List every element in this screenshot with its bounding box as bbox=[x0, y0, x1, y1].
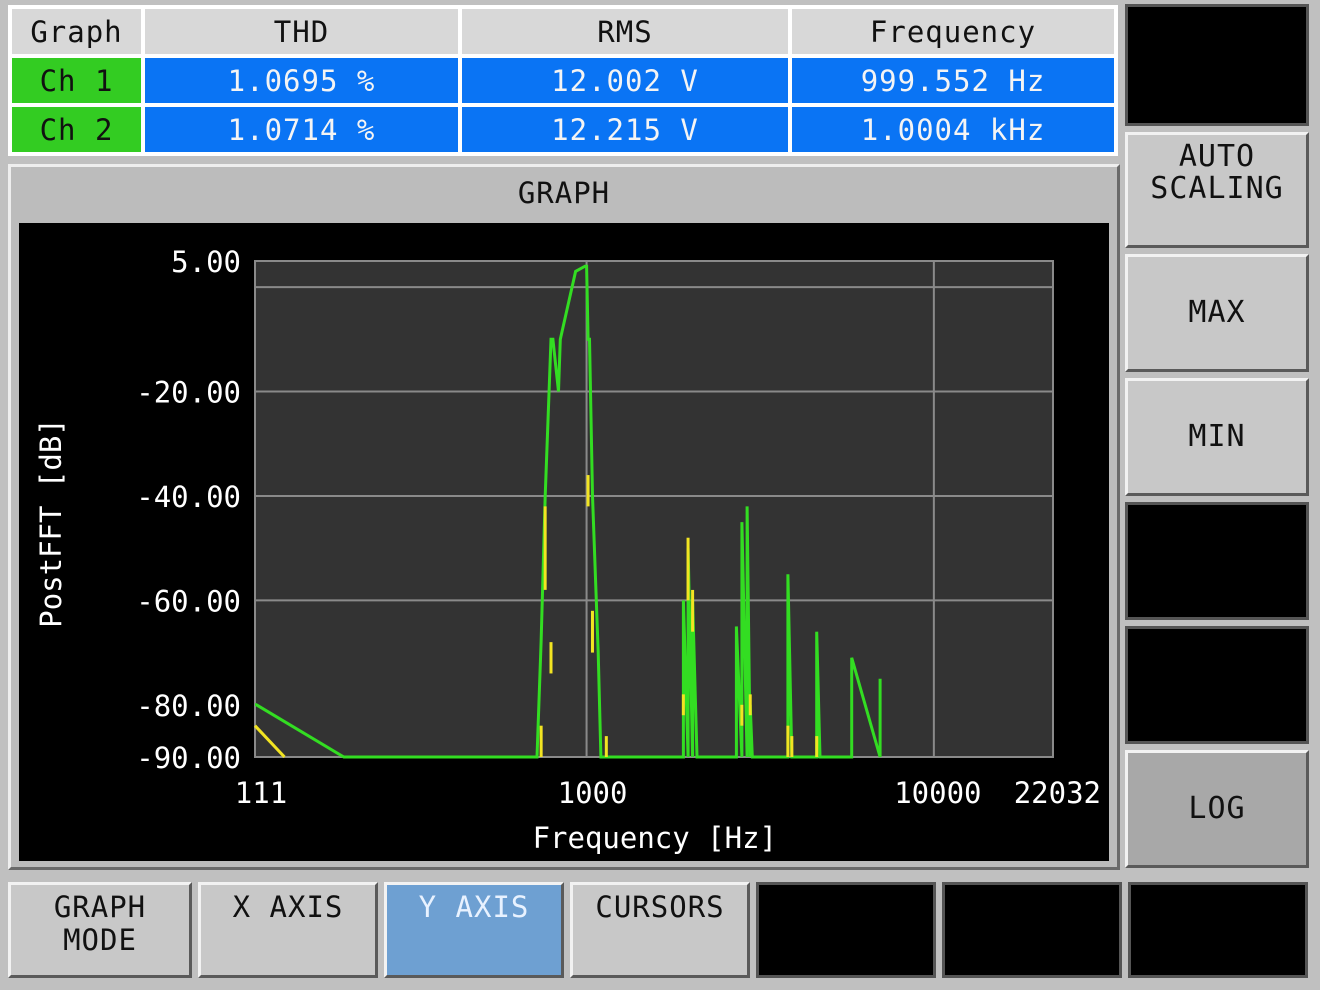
y-axis-label: PostFFT [dB] bbox=[34, 418, 68, 628]
row1-frequency: 999.552 Hz bbox=[792, 58, 1114, 103]
y-tick-label: -40.00 bbox=[136, 480, 241, 514]
row1-channel[interactable]: Ch 1 bbox=[12, 58, 141, 103]
y-tick-label: -80.00 bbox=[136, 689, 241, 723]
row2-thd: 1.0714 % bbox=[145, 107, 458, 152]
right-softkey-1[interactable] bbox=[1125, 4, 1309, 126]
cursors-button[interactable]: CURSORS bbox=[570, 882, 750, 978]
x-tick-label: 111 bbox=[235, 776, 287, 810]
header-graph: Graph bbox=[12, 9, 141, 54]
max-button[interactable]: MAX bbox=[1125, 254, 1309, 372]
y-tick-label: -90.00 bbox=[136, 741, 241, 775]
x-axis-button[interactable]: X AXIS bbox=[198, 882, 378, 978]
graph-mode-button[interactable]: GRAPH MODE bbox=[8, 882, 192, 978]
x-tick-label: 1000 bbox=[558, 776, 628, 810]
min-button[interactable]: MIN bbox=[1125, 378, 1309, 496]
graph-panel: GRAPH 5.00 -20.00 -40.00 -60.00 -80.00 -90.00… bbox=[8, 164, 1120, 870]
y-tick-label: -20.00 bbox=[136, 376, 241, 410]
y-axis-button[interactable]: Y AXIS bbox=[384, 882, 564, 978]
row1-rms: 12.002 V bbox=[462, 58, 788, 103]
bottom-softkey-6[interactable] bbox=[942, 882, 1122, 978]
auto-scaling-button[interactable]: AUTO SCALING bbox=[1125, 132, 1309, 248]
fft-chart[interactable]: 5.00 -20.00 -40.00 -60.00 -80.00 -90.00 111 10… bbox=[19, 223, 1109, 861]
graph-title: GRAPH bbox=[517, 176, 611, 210]
right-softkey-5[interactable] bbox=[1125, 502, 1309, 620]
header-thd: THD bbox=[145, 9, 458, 54]
right-softkey-6[interactable] bbox=[1125, 626, 1309, 744]
measurement-table: Graph THD RMS Frequency Ch 1 1.0695 % 12… bbox=[8, 5, 1118, 156]
bottom-softkey-5[interactable] bbox=[756, 882, 936, 978]
row2-frequency: 1.0004 kHz bbox=[792, 107, 1114, 152]
header-frequency: Frequency bbox=[792, 9, 1114, 54]
bottom-softkey-7[interactable] bbox=[1128, 882, 1308, 978]
row2-rms: 12.215 V bbox=[462, 107, 788, 152]
log-button[interactable]: LOG bbox=[1125, 750, 1309, 868]
header-rms: RMS bbox=[462, 9, 788, 54]
row2-channel[interactable]: Ch 2 bbox=[12, 107, 141, 152]
x-tick-label: 10000 bbox=[894, 776, 981, 810]
x-axis-label: Frequency [Hz] bbox=[533, 821, 777, 855]
y-tick-label: -60.00 bbox=[136, 584, 241, 618]
row1-thd: 1.0695 % bbox=[145, 58, 458, 103]
y-tick-label: 5.00 bbox=[171, 245, 241, 279]
x-tick-label: 22032 bbox=[1014, 776, 1101, 810]
